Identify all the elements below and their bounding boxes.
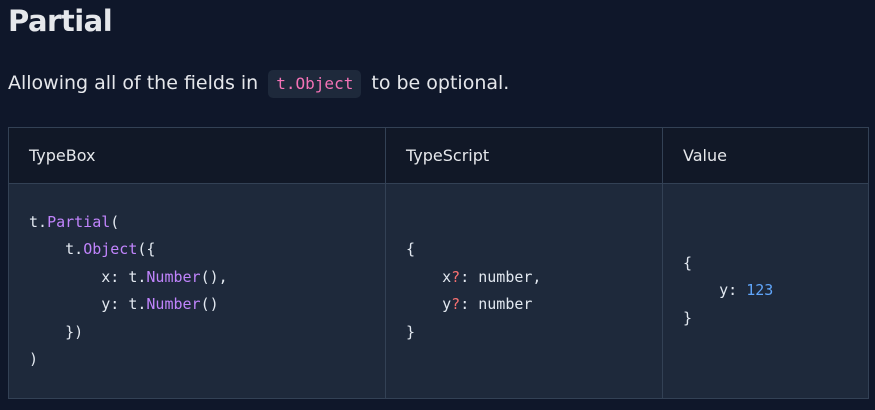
typebox-line-2: t.Object({ [29, 240, 156, 258]
column-header-typescript: TypeScript [385, 127, 663, 184]
typescript-line-2: x?: number, [406, 267, 542, 286]
column-header-typebox: TypeBox [8, 127, 386, 184]
value-cell: { y: 123 } [662, 183, 869, 399]
typescript-line-4: } [406, 322, 416, 341]
typebox-line-4: y: t.Number() [29, 295, 219, 313]
typebox-line-6: ) [29, 350, 39, 368]
value-code: { y: 123 } [683, 250, 868, 333]
page: Partial Allowing all of the fields in t.… [0, 0, 875, 410]
inline-code-t-object: t.Object [268, 70, 362, 98]
typebox-line-5: }) [29, 322, 84, 341]
description-text-after: to be optional. [371, 72, 510, 94]
typescript-line-1: { [406, 240, 416, 258]
value-line-1: { [683, 253, 693, 272]
typescript-line-3: y?: number [406, 295, 533, 313]
description-text-before: Allowing all of the fields in [8, 72, 259, 94]
typebox-line-3: x: t.Number(), [29, 267, 228, 286]
section-description: Allowing all of the fields in t.Object t… [8, 70, 509, 98]
table-header-row: TypeBox TypeScript Value [8, 127, 869, 184]
typebox-line-1: t.Partial( [29, 212, 120, 231]
column-header-value: Value [662, 127, 869, 184]
typebox-code: t.Partial( t.Object({ x: t.Number(), y: … [29, 209, 385, 374]
typescript-code: { x?: number, y?: number } [406, 236, 662, 346]
typescript-cell: { x?: number, y?: number } [385, 183, 663, 399]
table-row: t.Partial( t.Object({ x: t.Number(), y: … [8, 183, 869, 399]
typebox-cell: t.Partial( t.Object({ x: t.Number(), y: … [8, 183, 386, 399]
value-line-3: } [683, 308, 693, 327]
comparison-table: TypeBox TypeScript Value t.Partial( t.Ob… [8, 127, 869, 399]
section-heading: Partial [8, 4, 113, 38]
value-line-2: y: 123 [683, 281, 774, 300]
